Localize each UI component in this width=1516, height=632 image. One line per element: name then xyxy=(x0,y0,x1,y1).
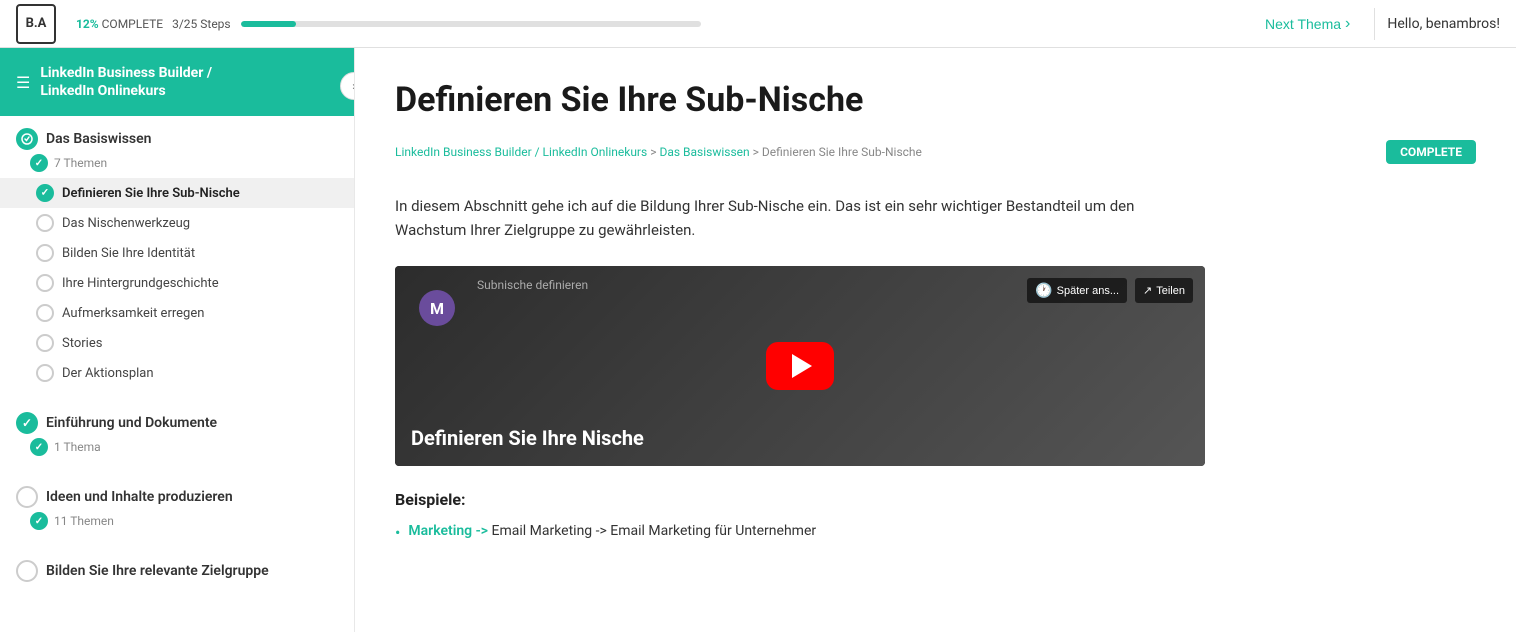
section-basiswissen-icon xyxy=(16,128,38,150)
intro-text: In diesem Abschnitt gehe ich auf die Bil… xyxy=(395,194,1195,242)
share-button[interactable]: ↗ Teilen xyxy=(1135,278,1193,303)
section-basiswissen-header[interactable]: Das Basiswissen xyxy=(0,116,354,154)
examples-section: Beispiele: • Marketing -> Email Marketin… xyxy=(395,490,1476,542)
example-item-marketing: • Marketing -> Email Marketing -> Email … xyxy=(395,521,1476,542)
lesson-label-aufmerksamkeit: Aufmerksamkeit erregen xyxy=(62,306,204,321)
play-triangle-icon xyxy=(792,354,812,378)
progress-pct: 12% xyxy=(76,17,99,31)
section-einfuhrung-count-icon xyxy=(30,438,48,456)
example-text: Marketing -> Email Marketing -> Email Ma… xyxy=(408,521,816,542)
lesson-item-sub-nische[interactable]: Definieren Sie Ihre Sub-Nische xyxy=(0,178,354,208)
lesson-dot-aktionsplan xyxy=(36,364,54,382)
section-ideen-header[interactable]: Ideen und Inhalte produzieren xyxy=(0,474,354,512)
lesson-item-stories[interactable]: Stories xyxy=(0,328,354,358)
breadcrumb-link-section[interactable]: Das Basiswissen xyxy=(659,145,749,159)
page-title: Definieren Sie Ihre Sub-Nische xyxy=(395,80,1476,120)
topbar: B.A 12% COMPLETE 3/25 Steps Next Thema ›… xyxy=(0,0,1516,48)
section-einfuhrung-title: Einführung und Dokumente xyxy=(46,415,217,431)
lesson-item-hintergrundgeschichte[interactable]: Ihre Hintergrundgeschichte xyxy=(0,268,354,298)
progress-label: 12% COMPLETE 3/25 Steps xyxy=(76,17,231,31)
sidebar-header-title: LinkedIn Business Builder / LinkedIn Onl… xyxy=(40,64,212,100)
video-channel-icon: M xyxy=(419,290,455,326)
section-einfuhrung-count-label: 1 Thema xyxy=(54,440,101,454)
lesson-item-aktionsplan[interactable]: Der Aktionsplan xyxy=(0,358,354,388)
video-controls: 🕐 Später ans... ↗ Teilen xyxy=(1027,278,1193,303)
section-basiswissen-count: 7 Themen xyxy=(0,154,354,178)
progress-bar-fill xyxy=(241,21,296,27)
section-ideen-icon xyxy=(16,486,38,508)
steps-label: 3/25 Steps xyxy=(172,17,231,31)
topbar-divider xyxy=(1374,8,1375,40)
section-bilden: Bilden Sie Ihre relevante Zielgruppe xyxy=(0,548,354,586)
lesson-dot-stories xyxy=(36,334,54,352)
breadcrumb-current: Definieren Sie Ihre Sub-Nische xyxy=(762,145,922,159)
lesson-dot-aufmerksamkeit xyxy=(36,304,54,322)
video-container[interactable]: M Subnische definieren Definieren Sie Ih… xyxy=(395,266,1205,466)
section-basiswissen-count-label: 7 Themen xyxy=(54,156,107,170)
lesson-dot-identitat xyxy=(36,244,54,262)
lesson-dot-nischenwerkzeug xyxy=(36,214,54,232)
section-einfuhrung: Einführung und Dokumente 1 Thema xyxy=(0,400,354,462)
user-greeting: Hello, benambros! xyxy=(1387,16,1500,32)
lesson-label-sub-nische: Definieren Sie Ihre Sub-Nische xyxy=(62,186,240,201)
video-thumbnail: M Subnische definieren Definieren Sie Ih… xyxy=(395,266,1205,466)
video-title: Definieren Sie Ihre Nische xyxy=(411,426,1125,450)
progress-bar xyxy=(241,21,701,27)
section-basiswissen: Das Basiswissen 7 Themen Definieren Sie … xyxy=(0,116,354,388)
next-thema-button[interactable]: Next Thema › xyxy=(1253,15,1362,33)
examples-label: Beispiele: xyxy=(395,490,1476,509)
section-basiswissen-title: Das Basiswissen xyxy=(46,131,151,147)
content-area: Definieren Sie Ihre Sub-Nische LinkedIn … xyxy=(355,48,1516,632)
share-label: Teilen xyxy=(1156,285,1185,297)
example-dark-text: Email Marketing -> Email Marketing für U… xyxy=(491,523,816,539)
lesson-dot-hintergrundgeschichte xyxy=(36,274,54,292)
lesson-label-hintergrundgeschichte: Ihre Hintergrundgeschichte xyxy=(62,276,219,291)
youtube-play-button[interactable] xyxy=(766,342,834,390)
section-bilden-icon xyxy=(16,560,38,582)
section-ideen-count-label: 11 Themen xyxy=(54,514,114,528)
progress-complete-label: COMPLETE xyxy=(102,17,164,31)
watch-later-label: Später ans... xyxy=(1057,285,1119,297)
lesson-label-nischenwerkzeug: Das Nischenwerkzeug xyxy=(62,216,190,231)
sidebar-header[interactable]: ☰ LinkedIn Business Builder / LinkedIn O… xyxy=(0,48,354,116)
example-teal-text: Marketing -> xyxy=(408,523,488,539)
lesson-label-aktionsplan: Der Aktionsplan xyxy=(62,366,154,381)
section-ideen-title: Ideen und Inhalte produzieren xyxy=(46,489,233,505)
lesson-item-aufmerksamkeit[interactable]: Aufmerksamkeit erregen xyxy=(0,298,354,328)
next-thema-label: Next Thema xyxy=(1265,16,1341,32)
breadcrumb: LinkedIn Business Builder / LinkedIn Onl… xyxy=(395,145,922,159)
bullet-icon: • xyxy=(395,523,400,542)
complete-badge: COMPLETE xyxy=(1386,140,1476,164)
main-layout: ☰ LinkedIn Business Builder / LinkedIn O… xyxy=(0,48,1516,632)
lesson-item-identitat[interactable]: Bilden Sie Ihre Identität xyxy=(0,238,354,268)
section-einfuhrung-count: 1 Thema xyxy=(0,438,354,462)
section-einfuhrung-check xyxy=(16,412,38,434)
section-ideen: Ideen und Inhalte produzieren 11 Themen xyxy=(0,474,354,536)
video-channel-name: Subnische definieren xyxy=(477,278,588,292)
logo: B.A xyxy=(16,4,56,44)
share-icon: ↗ xyxy=(1143,284,1152,297)
breadcrumb-separator-2: > xyxy=(753,145,762,159)
sidebar-header-icon: ☰ xyxy=(16,73,30,92)
sidebar: ☰ LinkedIn Business Builder / LinkedIn O… xyxy=(0,48,355,632)
lesson-dot-completed xyxy=(36,184,54,202)
section-einfuhrung-header[interactable]: Einführung und Dokumente xyxy=(0,400,354,438)
section-ideen-count-icon xyxy=(30,512,48,530)
lesson-label-identitat: Bilden Sie Ihre Identität xyxy=(62,246,195,261)
watch-later-button[interactable]: 🕐 Später ans... xyxy=(1027,278,1127,303)
section-bilden-header[interactable]: Bilden Sie Ihre relevante Zielgruppe xyxy=(0,548,354,586)
breadcrumb-link-course[interactable]: LinkedIn Business Builder / LinkedIn Onl… xyxy=(395,145,647,159)
clock-icon: 🕐 xyxy=(1035,282,1052,299)
progress-area: 12% COMPLETE 3/25 Steps xyxy=(76,17,701,31)
breadcrumb-row: LinkedIn Business Builder / LinkedIn Onl… xyxy=(395,140,1476,174)
chevron-right-icon: › xyxy=(1345,15,1350,33)
section-basiswissen-count-icon xyxy=(30,154,48,172)
lesson-item-nischenwerkzeug[interactable]: Das Nischenwerkzeug xyxy=(0,208,354,238)
section-ideen-count: 11 Themen xyxy=(0,512,354,536)
section-bilden-title: Bilden Sie Ihre relevante Zielgruppe xyxy=(46,563,269,579)
lesson-label-stories: Stories xyxy=(62,336,102,351)
